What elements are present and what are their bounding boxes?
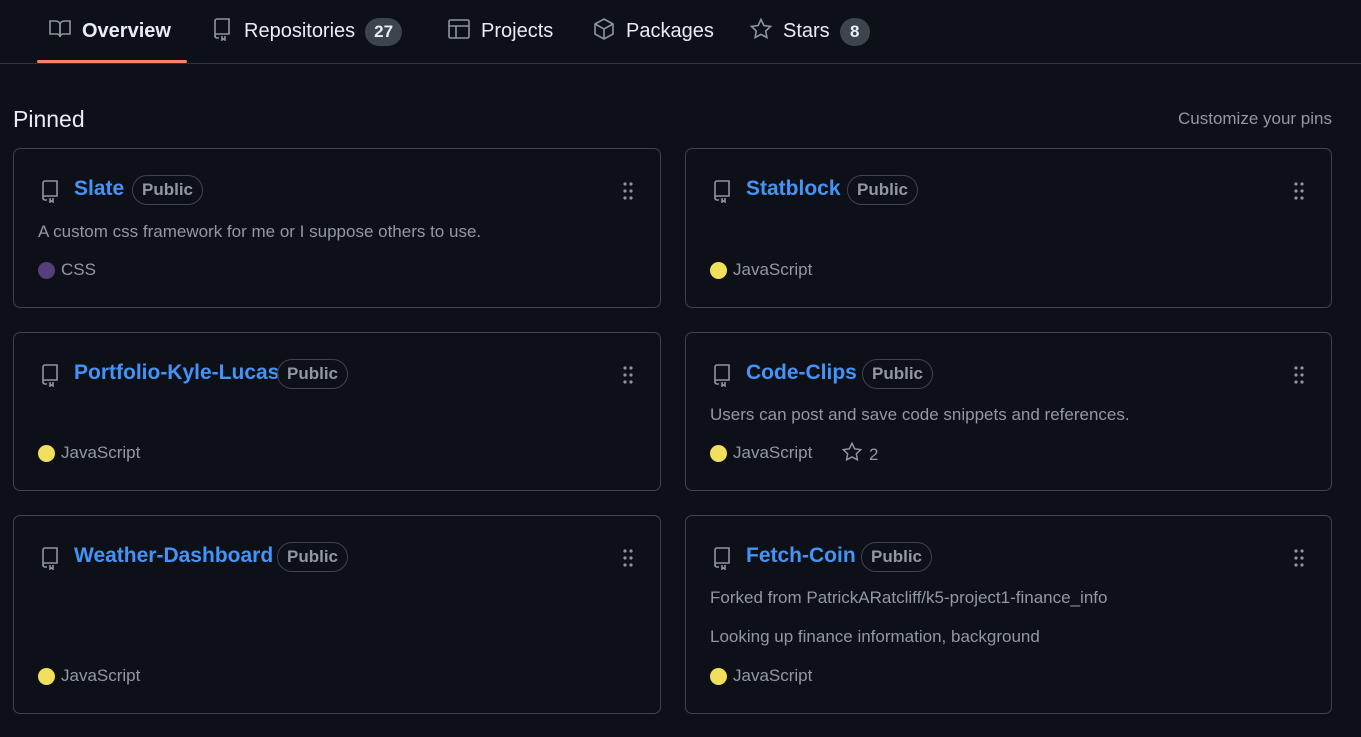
repo-language: JavaScript [38,443,140,463]
star-icon [841,441,863,468]
pinned-repo-card: Statblock Public JavaScript [685,148,1332,308]
pinned-repo-card: Code-Clips Public Users can post and sav… [685,332,1332,491]
drag-handle-icon[interactable] [622,548,634,568]
star-icon [749,17,773,47]
repo-language: JavaScript [710,443,812,463]
repo-name-link[interactable]: Fetch-Coin [746,544,856,568]
repo-description: Users can post and save code snippets an… [710,405,1130,424]
repo-name-link[interactable]: Slate [74,177,124,201]
tab-repositories-label: Repositories [244,20,356,42]
drag-handle-icon[interactable] [1293,365,1305,385]
tab-overview[interactable]: Overview [48,0,171,63]
visibility-badge: Public [277,359,349,389]
language-color-dot [710,667,727,685]
language-label: JavaScript [733,260,813,279]
language-color-dot [38,261,55,279]
repo-name-link[interactable]: Statblock [746,177,841,201]
tab-repositories[interactable]: Repositories 27 [210,0,403,63]
drag-handle-icon[interactable] [1293,181,1305,201]
language-label: JavaScript [61,443,141,462]
repo-icon [38,179,62,204]
forked-from-text[interactable]: Forked from PatrickARatcliff/k5-project1… [710,588,1107,608]
repo-icon [710,179,734,204]
visibility-badge: Public [861,542,933,572]
repo-name-link[interactable]: Weather-Dashboard [74,544,273,568]
pinned-repo-card: Weather-Dashboard Public JavaScript [13,515,661,714]
stars-count-badge: 8 [839,17,870,46]
visibility-badge: Public [132,175,204,205]
repo-description: Looking up finance information, backgrou… [710,627,1040,646]
repo-icon [38,363,62,388]
tab-packages-label: Packages [626,20,714,42]
drag-handle-icon[interactable] [622,181,634,201]
tab-projects[interactable]: Projects [447,0,553,63]
repo-icon [38,546,62,571]
repo-description: A custom css framework for me or I suppo… [38,222,482,241]
repositories-count-badge: 27 [365,17,403,46]
language-label: JavaScript [733,666,813,685]
repo-icon [710,363,734,388]
repo-icon [210,17,234,47]
repo-language: JavaScript [710,260,812,280]
tab-stars[interactable]: Stars 8 [749,0,870,63]
pinned-repo-card: Fetch-Coin Public Forked from PatrickARa… [685,515,1332,714]
table-icon [447,17,471,47]
language-color-dot [710,261,727,279]
repo-name-link[interactable]: Code-Clips [746,361,857,385]
language-label: JavaScript [733,443,813,462]
repo-language: JavaScript [710,666,812,686]
customize-pins-link[interactable]: Customize your pins [1178,109,1332,129]
active-tab-underline [37,60,187,63]
repo-icon [710,546,734,571]
language-label: CSS [61,260,96,279]
stargazers-link[interactable]: 2 [841,441,878,468]
language-color-dot [710,444,727,462]
tab-packages[interactable]: Packages [592,0,714,63]
package-icon [592,17,616,47]
repo-language: CSS [38,260,96,280]
repo-name-link[interactable]: Portfolio-Kyle-Lucas [74,361,279,385]
language-color-dot [38,444,55,462]
drag-handle-icon[interactable] [1293,548,1305,568]
profile-tab-nav: Overview Repositories 27 Projects Packag… [0,0,1361,64]
tab-overview-label: Overview [82,20,171,42]
tab-projects-label: Projects [481,20,554,42]
visibility-badge: Public [277,542,349,572]
visibility-badge: Public [847,175,919,205]
pinned-repo-card: Slate Public A custom css framework for … [13,148,661,308]
language-color-dot [38,667,55,685]
pinned-heading: Pinned [13,106,85,132]
tab-stars-label: Stars [783,20,830,42]
visibility-badge: Public [862,359,934,389]
language-label: JavaScript [61,666,141,685]
pinned-repo-card: Portfolio-Kyle-Lucas Public JavaScript [13,332,661,491]
drag-handle-icon[interactable] [622,365,634,385]
book-icon [48,17,72,47]
repo-language: JavaScript [38,666,140,686]
star-count: 2 [869,444,879,464]
